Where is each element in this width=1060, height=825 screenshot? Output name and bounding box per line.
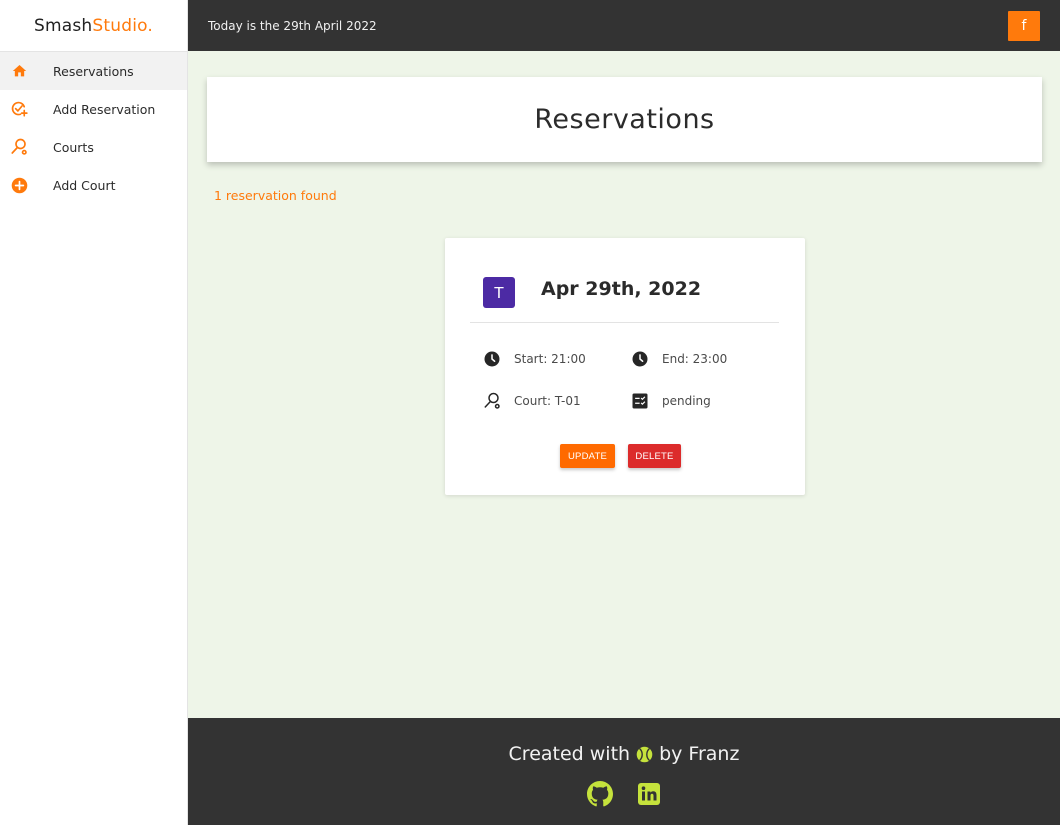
add-circle-icon — [10, 176, 28, 194]
home-icon — [10, 62, 28, 80]
status: pending — [630, 391, 711, 411]
brand-logo[interactable]: Smash Studio. — [0, 0, 187, 52]
update-button[interactable]: UPDATE — [560, 444, 615, 468]
racket-icon — [482, 391, 502, 411]
footer: Created with by Franz — [188, 718, 1060, 825]
sidebar-item-label: Add Reservation — [53, 101, 156, 117]
sidebar: Smash Studio. Reservations Add Reservatio… — [0, 0, 188, 825]
sidebar-item-label: Courts — [53, 139, 94, 155]
facebook-button[interactable]: f — [1008, 11, 1040, 41]
avatar: T — [483, 277, 515, 308]
end-time-text: End: 23:00 — [662, 352, 728, 366]
racket-icon — [10, 138, 28, 156]
sidebar-item-label: Reservations — [53, 63, 134, 79]
brand-name-part2: Studio. — [92, 15, 154, 36]
footer-text-before: Created with — [508, 743, 631, 765]
top-bar: Today is the 29th April 2022 f — [188, 0, 1060, 51]
divider — [470, 322, 779, 323]
page-header: Reservations — [207, 77, 1042, 162]
add-reservation-icon — [10, 100, 28, 118]
court-text: Court: T-01 — [514, 394, 581, 408]
brand-name-part1: Smash — [33, 15, 93, 36]
footer-credit: Created with by Franz — [188, 743, 1060, 765]
reservation-card: T Apr 29th, 2022 Start: 21:00 End: 23:00… — [445, 238, 805, 495]
clock-icon — [482, 349, 502, 369]
tennis-ball-icon — [636, 746, 653, 763]
github-icon[interactable] — [586, 781, 613, 807]
start-time-text: Start: 21:00 — [514, 352, 586, 366]
checklist-icon — [630, 391, 650, 411]
footer-text-after: by Franz — [659, 743, 740, 765]
delete-button[interactable]: DELETE — [628, 444, 681, 468]
page-title: Reservations — [534, 104, 715, 135]
status-text: pending — [662, 394, 711, 408]
sidebar-item-add-reservation[interactable]: Add Reservation — [0, 90, 187, 128]
results-count: 1 reservation found — [214, 188, 337, 203]
sidebar-item-courts[interactable]: Courts — [0, 128, 187, 166]
sidebar-nav: Reservations Add Reservation Courts Add … — [0, 52, 187, 204]
start-time: Start: 21:00 — [482, 349, 586, 369]
court: Court: T-01 — [482, 391, 581, 411]
clock-icon — [630, 349, 650, 369]
sidebar-item-label: Add Court — [53, 177, 116, 193]
today-date: Today is the 29th April 2022 — [208, 18, 377, 33]
linkedin-icon[interactable] — [636, 781, 662, 807]
sidebar-item-reservations[interactable]: Reservations — [0, 52, 187, 90]
social-links — [188, 781, 1060, 807]
reservation-date: Apr 29th, 2022 — [541, 278, 702, 300]
end-time: End: 23:00 — [630, 349, 727, 369]
sidebar-item-add-court[interactable]: Add Court — [0, 166, 187, 204]
